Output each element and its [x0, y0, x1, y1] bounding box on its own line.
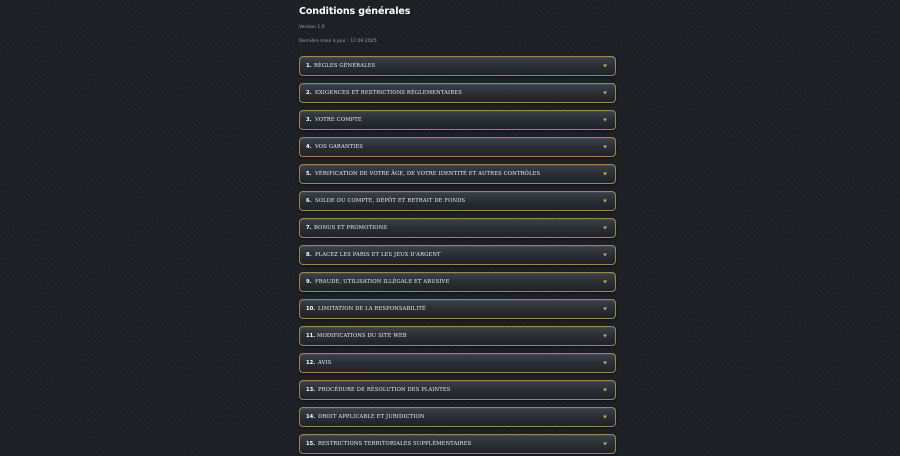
chevron-down-icon[interactable] — [601, 197, 609, 205]
section-title: RESTRICTIONS TERRITORIALES SUPPLÉMENTAIR… — [318, 441, 472, 447]
section-number: 14. — [306, 414, 316, 420]
chevron-down-icon[interactable] — [601, 386, 609, 394]
section-title: FRAUDE, UTILISATION ILLÉGALE ET ABUSIVE — [315, 279, 450, 285]
terms-page: Conditions générales Version 1.0 Dernièr… — [0, 0, 900, 456]
section-number: 7. — [306, 225, 312, 231]
section-title: PLACEZ LES PARIS ET LES JEUX D'ARGENT — [315, 252, 441, 258]
section-title: MODIFICATIONS DU SITE WEB — [317, 333, 407, 339]
section-number: 9. — [306, 279, 312, 285]
section-title: BONUS ET PROMOTIONS — [314, 225, 388, 231]
accordion-item-15[interactable]: 15. RESTRICTIONS TERRITORIALES SUPPLÉMEN… — [299, 434, 616, 454]
chevron-down-icon[interactable] — [601, 143, 609, 151]
accordion-item-11[interactable]: 11. MODIFICATIONS DU SITE WEB — [299, 326, 616, 346]
section-title: DROIT APPLICABLE ET JURIDICTION — [318, 414, 425, 420]
section-title: SOLDE DU COMPTE, DÉPÔT ET RETRAIT DE FON… — [315, 198, 466, 204]
section-number: 5. — [306, 171, 312, 177]
section-title: VOS GARANTIES — [315, 144, 363, 150]
chevron-down-icon[interactable] — [601, 440, 609, 448]
accordion-item-7[interactable]: 7. BONUS ET PROMOTIONS — [299, 218, 616, 238]
page-title: Conditions générales — [299, 6, 411, 17]
accordion-item-6[interactable]: 6. SOLDE DU COMPTE, DÉPÔT ET RETRAIT DE … — [299, 191, 616, 211]
section-title: RÈGLES GÉNÉRALES — [314, 63, 376, 69]
chevron-down-icon[interactable] — [601, 89, 609, 97]
chevron-down-icon[interactable] — [601, 332, 609, 340]
section-number: 1. — [306, 63, 312, 69]
chevron-down-icon[interactable] — [601, 251, 609, 259]
accordion-item-3[interactable]: 3. VOTRE COMPTE — [299, 110, 616, 130]
chevron-down-icon[interactable] — [601, 278, 609, 286]
chevron-down-icon[interactable] — [601, 116, 609, 124]
accordion-item-13[interactable]: 13. PROCÉDURE DE RÉSOLUTION DES PLAINTES — [299, 380, 616, 400]
accordion-item-12[interactable]: 12. AVIS — [299, 353, 616, 373]
section-title: AVIS — [318, 360, 332, 366]
section-number: 6. — [306, 198, 312, 204]
section-number: 2. — [306, 90, 312, 96]
section-number: 3. — [306, 117, 312, 123]
section-title: PROCÉDURE DE RÉSOLUTION DES PLAINTES — [318, 387, 451, 393]
chevron-down-icon[interactable] — [601, 62, 609, 70]
section-number: 13. — [306, 387, 316, 393]
accordion-item-1[interactable]: 1. RÈGLES GÉNÉRALES — [299, 56, 616, 76]
accordion-item-9[interactable]: 9. FRAUDE, UTILISATION ILLÉGALE ET ABUSI… — [299, 272, 616, 292]
chevron-down-icon[interactable] — [601, 359, 609, 367]
last-updated-text: Dernière mise à jour : 17.09.2025 — [299, 39, 377, 44]
accordion-item-14[interactable]: 14. DROIT APPLICABLE ET JURIDICTION — [299, 407, 616, 427]
section-number: 8. — [306, 252, 312, 258]
section-number: 4. — [306, 144, 312, 150]
chevron-down-icon[interactable] — [601, 413, 609, 421]
version-text: Version 1.0 — [299, 25, 325, 30]
accordion-item-5[interactable]: 5. VÉRIFICATION DE VOTRE ÂGE, DE VOTRE I… — [299, 164, 616, 184]
section-number: 12. — [306, 360, 316, 366]
section-title: EXIGENCES ET RESTRICTIONS RÉGLEMENTAIRES — [315, 90, 462, 96]
chevron-down-icon[interactable] — [601, 170, 609, 178]
chevron-down-icon[interactable] — [601, 305, 609, 313]
section-title: LIMITATION DE LA RESPONSABILITÉ — [318, 306, 426, 312]
accordion-item-10[interactable]: 10. LIMITATION DE LA RESPONSABILITÉ — [299, 299, 616, 319]
section-title: VÉRIFICATION DE VOTRE ÂGE, DE VOTRE IDEN… — [315, 171, 541, 177]
section-number: 15. — [306, 441, 316, 447]
section-title: VOTRE COMPTE — [315, 117, 362, 123]
accordion-item-8[interactable]: 8. PLACEZ LES PARIS ET LES JEUX D'ARGENT — [299, 245, 616, 265]
section-number: 10. — [306, 306, 316, 312]
accordion-item-4[interactable]: 4. VOS GARANTIES — [299, 137, 616, 157]
chevron-down-icon[interactable] — [601, 224, 609, 232]
accordion-item-2[interactable]: 2. EXIGENCES ET RESTRICTIONS RÉGLEMENTAI… — [299, 83, 616, 103]
section-number: 11. — [306, 333, 316, 339]
